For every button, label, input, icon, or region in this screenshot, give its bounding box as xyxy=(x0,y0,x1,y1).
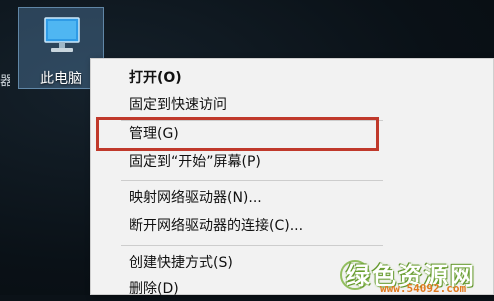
menu-item-pin-quick-access[interactable]: 固定到快速访问 xyxy=(129,93,227,117)
watermark-url: www.54092.com xyxy=(380,282,467,295)
menu-item-pin-start[interactable]: 固定到“开始”屏幕(P) xyxy=(129,150,261,174)
menu-separator xyxy=(121,180,383,181)
watermark-logo: 绿色资源网 www.54092.com xyxy=(340,256,494,295)
menu-item-delete[interactable]: 删除(D) xyxy=(129,277,179,301)
desktop-edge-label: 器 xyxy=(0,74,10,89)
menu-separator xyxy=(121,245,383,246)
computer-icon xyxy=(44,17,80,52)
menu-item-map-network-drive[interactable]: 映射网络驱动器(N)... xyxy=(129,186,262,210)
menu-item-disconnect-network-drive[interactable]: 断开网络驱动器的连接(C)... xyxy=(129,214,303,238)
menu-item-open[interactable]: 打开(O) xyxy=(129,66,182,90)
menu-item-create-shortcut[interactable]: 创建快捷方式(S) xyxy=(129,251,233,275)
manage-highlight-box xyxy=(96,117,379,151)
